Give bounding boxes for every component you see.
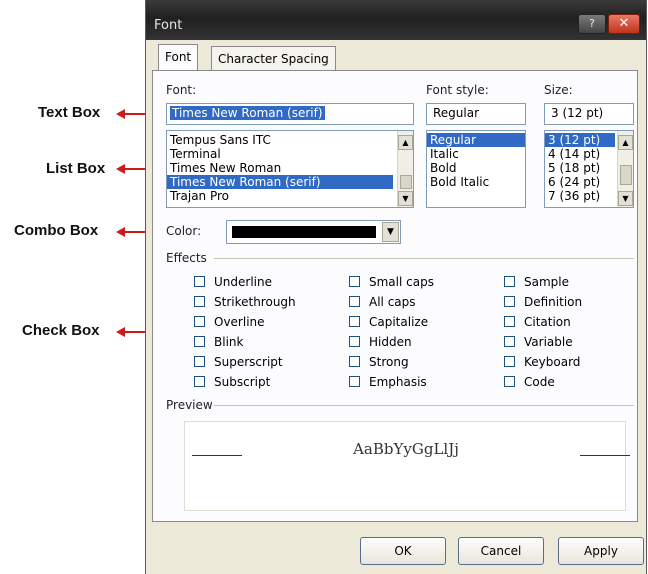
checkbox-icon[interactable] bbox=[194, 356, 205, 367]
checkbox-icon[interactable] bbox=[349, 276, 360, 287]
scroll-down-icon[interactable]: ▼ bbox=[618, 191, 633, 206]
title-bar: Font ? ✕ bbox=[146, 0, 646, 40]
checkbox-label: Hidden bbox=[369, 335, 412, 349]
checkbox-label: Strong bbox=[369, 355, 409, 369]
scroll-down-icon[interactable]: ▼ bbox=[398, 191, 413, 206]
font-list-scrollbar[interactable]: ▲ ▼ bbox=[397, 131, 413, 207]
size-label: Size: bbox=[544, 83, 573, 97]
checkbox-label: All caps bbox=[369, 295, 416, 309]
checkbox-label: Strikethrough bbox=[214, 295, 296, 309]
font-style-list-box[interactable]: Regular Italic Bold Bold Italic bbox=[426, 130, 526, 208]
color-label: Color: bbox=[166, 224, 202, 238]
checkbox-icon[interactable] bbox=[504, 296, 515, 307]
tab-font[interactable]: Font bbox=[158, 44, 199, 72]
scroll-thumb[interactable] bbox=[400, 175, 412, 189]
color-swatch bbox=[232, 226, 376, 238]
annotation-combo-box: Combo Box bbox=[14, 222, 99, 239]
font-list-box[interactable]: Tempus Sans ITC Terminal Times New Roman… bbox=[166, 130, 414, 208]
effects-divider bbox=[214, 258, 634, 259]
size-input[interactable]: 3 (12 pt) bbox=[544, 103, 634, 125]
font-list-item[interactable]: Terminal bbox=[167, 147, 413, 161]
font-name-input[interactable]: Times New Roman (serif) bbox=[166, 103, 414, 125]
checkbox-label: Code bbox=[524, 375, 555, 389]
checkbox-icon[interactable] bbox=[194, 316, 205, 327]
arrowhead-text-box bbox=[116, 109, 125, 119]
font-style-item[interactable]: Bold bbox=[427, 161, 525, 175]
size-list-scrollbar[interactable]: ▲ ▼ bbox=[617, 131, 633, 207]
dialog-title: Font bbox=[154, 18, 183, 33]
checkbox-icon[interactable] bbox=[194, 376, 205, 387]
checkbox-label: Definition bbox=[524, 295, 583, 309]
checkbox-label: Variable bbox=[524, 335, 573, 349]
checkbox-icon[interactable] bbox=[504, 376, 515, 387]
font-style-item[interactable]: Bold Italic bbox=[427, 175, 525, 189]
checkbox-icon[interactable] bbox=[349, 296, 360, 307]
apply-button[interactable]: Apply bbox=[558, 537, 644, 565]
checkbox-label: Underline bbox=[214, 275, 272, 289]
preview-area bbox=[184, 421, 626, 511]
preview-sample-text: AaBbYyGgLlJj bbox=[353, 440, 459, 458]
arrowhead-check-box bbox=[116, 327, 125, 337]
preview-baseline-right bbox=[580, 455, 630, 456]
checkbox-label: Overline bbox=[214, 315, 265, 329]
checkbox-icon[interactable] bbox=[194, 276, 205, 287]
annotation-check-box: Check Box bbox=[22, 322, 100, 339]
checkbox-icon[interactable] bbox=[194, 296, 205, 307]
annotation-text-box: Text Box bbox=[38, 104, 101, 121]
checkbox-icon[interactable] bbox=[504, 316, 515, 327]
checkbox-icon[interactable] bbox=[349, 356, 360, 367]
tab-font-label: Font bbox=[165, 50, 192, 64]
checkbox-icon[interactable] bbox=[504, 356, 515, 367]
close-button[interactable]: ✕ bbox=[608, 14, 640, 34]
checkbox-icon[interactable] bbox=[504, 336, 515, 347]
checkbox-label: Subscript bbox=[214, 375, 271, 389]
checkbox-label: Citation bbox=[524, 315, 571, 329]
preview-divider bbox=[214, 405, 634, 406]
checkbox-icon[interactable] bbox=[194, 336, 205, 347]
checkbox-label: Keyboard bbox=[524, 355, 581, 369]
font-name-value: Times New Roman (serif) bbox=[170, 106, 325, 120]
font-style-item-selected[interactable]: Regular bbox=[427, 133, 525, 147]
checkbox-label: Capitalize bbox=[369, 315, 429, 329]
font-style-label: Font style: bbox=[426, 83, 489, 97]
preview-label: Preview bbox=[166, 398, 213, 412]
annotation-list-box: List Box bbox=[46, 160, 106, 177]
size-item-selected[interactable]: 3 (12 pt) bbox=[545, 133, 615, 147]
checkbox-label: Blink bbox=[214, 335, 244, 349]
font-label: Font: bbox=[166, 83, 197, 97]
font-style-item[interactable]: Italic bbox=[427, 147, 525, 161]
close-icon: ✕ bbox=[618, 16, 630, 31]
effects-label: Effects bbox=[166, 251, 207, 265]
ok-button[interactable]: OK bbox=[360, 537, 446, 565]
chevron-down-icon[interactable]: ▼ bbox=[382, 222, 399, 242]
preview-baseline-left bbox=[192, 455, 242, 456]
checkbox-icon[interactable] bbox=[349, 336, 360, 347]
arrowhead-list-box bbox=[116, 164, 125, 174]
font-list-item[interactable]: Times New Roman bbox=[167, 161, 413, 175]
font-list-item[interactable]: Trajan Pro bbox=[167, 189, 413, 203]
color-combo-box[interactable]: ▼ bbox=[226, 220, 401, 244]
checkbox-label: Superscript bbox=[214, 355, 283, 369]
tab-character-spacing[interactable]: Character Spacing bbox=[211, 46, 336, 71]
font-dialog: Font ? ✕ Font Character Spacing Font: Ti… bbox=[145, 0, 647, 574]
arrowhead-combo-box bbox=[116, 227, 125, 237]
scroll-up-icon[interactable]: ▲ bbox=[398, 135, 413, 150]
checkbox-label: Emphasis bbox=[369, 375, 427, 389]
checkbox-icon[interactable] bbox=[349, 316, 360, 327]
scroll-thumb[interactable] bbox=[620, 165, 632, 185]
checkbox-icon[interactable] bbox=[349, 376, 360, 387]
checkbox-label: Sample bbox=[524, 275, 569, 289]
checkbox-label: Small caps bbox=[369, 275, 434, 289]
help-button[interactable]: ? bbox=[578, 14, 606, 34]
checkbox-icon[interactable] bbox=[504, 276, 515, 287]
cancel-button[interactable]: Cancel bbox=[458, 537, 544, 565]
font-style-input[interactable]: Regular bbox=[426, 103, 526, 125]
font-list-item-selected[interactable]: Times New Roman (serif) bbox=[167, 175, 393, 189]
tab-character-spacing-label: Character Spacing bbox=[218, 52, 329, 66]
scroll-up-icon[interactable]: ▲ bbox=[618, 135, 633, 150]
size-list-box[interactable]: 3 (12 pt) 4 (14 pt) 5 (18 pt) 6 (24 pt) … bbox=[544, 130, 634, 208]
font-list-item[interactable]: Tempus Sans ITC bbox=[167, 133, 413, 147]
